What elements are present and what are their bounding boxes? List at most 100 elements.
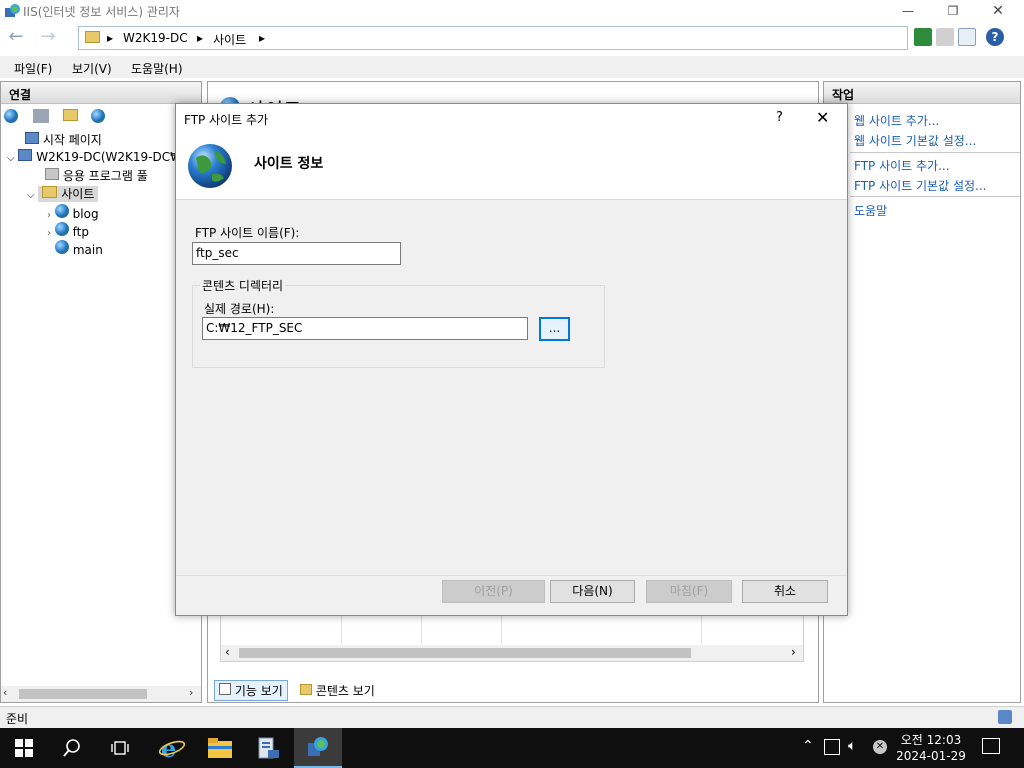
- column-divider: [701, 613, 702, 643]
- tree-start-page-label: 시작 페이지: [42, 133, 102, 147]
- file-explorer-icon[interactable]: [196, 728, 244, 768]
- start-page-icon: [25, 132, 39, 144]
- sites-list: ‹ ›: [220, 612, 804, 662]
- up-folder-icon[interactable]: [63, 109, 78, 124]
- network-icon[interactable]: [824, 739, 840, 755]
- connections-header: 연결: [1, 82, 201, 104]
- connect-icon[interactable]: [4, 109, 18, 126]
- search-icon[interactable]: [48, 728, 96, 768]
- server-manager-icon[interactable]: [244, 728, 292, 768]
- tree-start-page[interactable]: 시작 페이지: [25, 131, 102, 148]
- server-icon: [18, 149, 33, 161]
- breadcrumb-sites[interactable]: 사이트: [213, 31, 246, 48]
- tree-site-label: ftp: [72, 225, 89, 239]
- dialog-header-title: 사이트 정보: [254, 156, 324, 172]
- next-button[interactable]: 다음(N): [550, 580, 635, 603]
- start-button[interactable]: [0, 728, 48, 768]
- tree-site-item[interactable]: › ftp: [47, 222, 89, 239]
- menu-view[interactable]: 보기(V): [72, 60, 112, 77]
- tree-app-pools-label: 응용 프로그램 풀: [62, 169, 148, 183]
- content-view-icon: [300, 684, 312, 695]
- tree-site-item[interactable]: main: [55, 240, 103, 257]
- clock-date[interactable]: 2024-01-29: [896, 749, 966, 763]
- tree-server[interactable]: ⌵ W2K19-DC(W2K19-DC₩: [7, 149, 182, 164]
- breadcrumb-server[interactable]: W2K19-DC: [123, 31, 188, 45]
- task-view-icon[interactable]: [96, 728, 144, 768]
- physical-path-input[interactable]: C:₩12_FTP_SEC: [202, 317, 528, 340]
- chevron-down-icon[interactable]: ⌵: [7, 153, 15, 164]
- home-icon[interactable]: [958, 28, 976, 46]
- scroll-thumb[interactable]: [239, 648, 691, 658]
- close-window-button[interactable]: ✕: [976, 0, 1020, 22]
- tree-site-label: blog: [72, 207, 99, 221]
- save-icon[interactable]: [33, 109, 49, 123]
- tree-site-item[interactable]: › blog: [47, 204, 99, 221]
- browse-button[interactable]: ...: [539, 317, 570, 341]
- site-name-label: FTP 사이트 이름(F):: [195, 226, 300, 240]
- website-defaults-link[interactable]: 웹 사이트 기본값 설정...: [854, 132, 976, 149]
- tree-sites[interactable]: ⌵ 사이트: [27, 185, 99, 202]
- tab-features-view-label: 기능 보기: [234, 684, 283, 698]
- status-text: 준비: [6, 712, 29, 726]
- window-titlebar: IIS(인터넷 정보 서비스) 관리자 — ❐ ✕: [0, 0, 1024, 22]
- menu-file[interactable]: 파일(F): [14, 60, 52, 77]
- refresh-icon[interactable]: [914, 28, 932, 46]
- site-globe-icon: [54, 204, 69, 218]
- clock-time[interactable]: 오전 12:03: [896, 731, 966, 748]
- help-icon[interactable]: ?: [986, 28, 1004, 46]
- chevron-right-icon[interactable]: ›: [47, 228, 51, 239]
- site-globe-icon: [54, 222, 69, 236]
- dialog-help-button[interactable]: ?: [776, 110, 783, 125]
- address-box[interactable]: ▸ W2K19-DC ▸ 사이트 ▸: [78, 26, 908, 50]
- chevron-down-icon[interactable]: ⌵: [27, 190, 35, 201]
- chevron-right-icon[interactable]: ›: [47, 210, 51, 221]
- previous-button[interactable]: 이전(P): [442, 580, 545, 603]
- volume-muted-icon[interactable]: 🔈︎: [848, 738, 856, 754]
- dialog-title: FTP 사이트 추가: [184, 113, 269, 127]
- status-bar: 준비: [0, 706, 1024, 728]
- back-button[interactable]: ←: [4, 26, 28, 50]
- actions-header: 작업: [824, 82, 1020, 104]
- tab-content-view[interactable]: 콘텐츠 보기: [296, 681, 379, 700]
- add-website-link[interactable]: 웹 사이트 추가...: [854, 112, 939, 129]
- scroll-right-icon[interactable]: ›: [791, 645, 796, 659]
- internet-explorer-icon[interactable]: e: [148, 728, 196, 768]
- menu-help[interactable]: 도움말(H): [131, 60, 183, 77]
- scroll-left-icon[interactable]: ‹: [225, 645, 230, 659]
- show-hidden-icons-icon[interactable]: ⌃: [802, 738, 814, 754]
- site-folder-icon: [85, 31, 100, 44]
- tree-server-label: W2K19-DC(W2K19-DC₩: [36, 150, 182, 164]
- window-title: IIS(인터넷 정보 서비스) 관리자: [23, 5, 180, 19]
- finish-button[interactable]: 마침(F): [646, 580, 732, 603]
- dialog-close-button[interactable]: ✕: [816, 108, 829, 127]
- restore-button[interactable]: ❐: [931, 0, 975, 22]
- ftp-site-name-input[interactable]: ftp_sec: [192, 242, 401, 265]
- tree-app-pools[interactable]: 응용 프로그램 풀: [45, 167, 148, 184]
- tree-sites-label: 사이트: [61, 187, 95, 201]
- ftp-site-defaults-link[interactable]: FTP 사이트 기본값 설정...: [854, 177, 986, 194]
- add-ftp-site-link[interactable]: FTP 사이트 추가...: [854, 157, 950, 174]
- scroll-left-icon[interactable]: ‹: [3, 686, 7, 699]
- help-link[interactable]: 도움말: [854, 202, 887, 219]
- iis-manager-taskbar-icon[interactable]: [294, 728, 342, 768]
- forward-button[interactable]: →: [36, 26, 60, 50]
- connections-hscrollbar[interactable]: ‹ ›: [1, 686, 201, 702]
- scroll-right-icon[interactable]: ›: [189, 686, 193, 699]
- minimize-button[interactable]: —: [886, 0, 930, 22]
- notification-error-icon[interactable]: ✕: [873, 740, 887, 754]
- action-divider: [850, 196, 1020, 197]
- stop-icon[interactable]: [936, 28, 954, 46]
- sites-hscrollbar[interactable]: ‹ ›: [221, 645, 803, 661]
- cancel-button[interactable]: 취소: [742, 580, 828, 603]
- breadcrumb-separator: ▸: [107, 31, 114, 45]
- iis-app-icon: [4, 3, 20, 19]
- dialog-footer-divider: [176, 575, 847, 576]
- disconnect-icon[interactable]: [91, 109, 105, 126]
- tree-site-label: main: [72, 243, 103, 257]
- scroll-thumb[interactable]: [19, 689, 147, 699]
- address-toolbar: ← → ▸ W2K19-DC ▸ 사이트 ▸ ?: [0, 22, 1024, 54]
- action-center-icon[interactable]: [982, 738, 1000, 754]
- physical-path-label: 실제 경로(H):: [204, 302, 275, 316]
- column-divider: [341, 613, 342, 643]
- tab-features-view[interactable]: 기능 보기: [214, 680, 288, 701]
